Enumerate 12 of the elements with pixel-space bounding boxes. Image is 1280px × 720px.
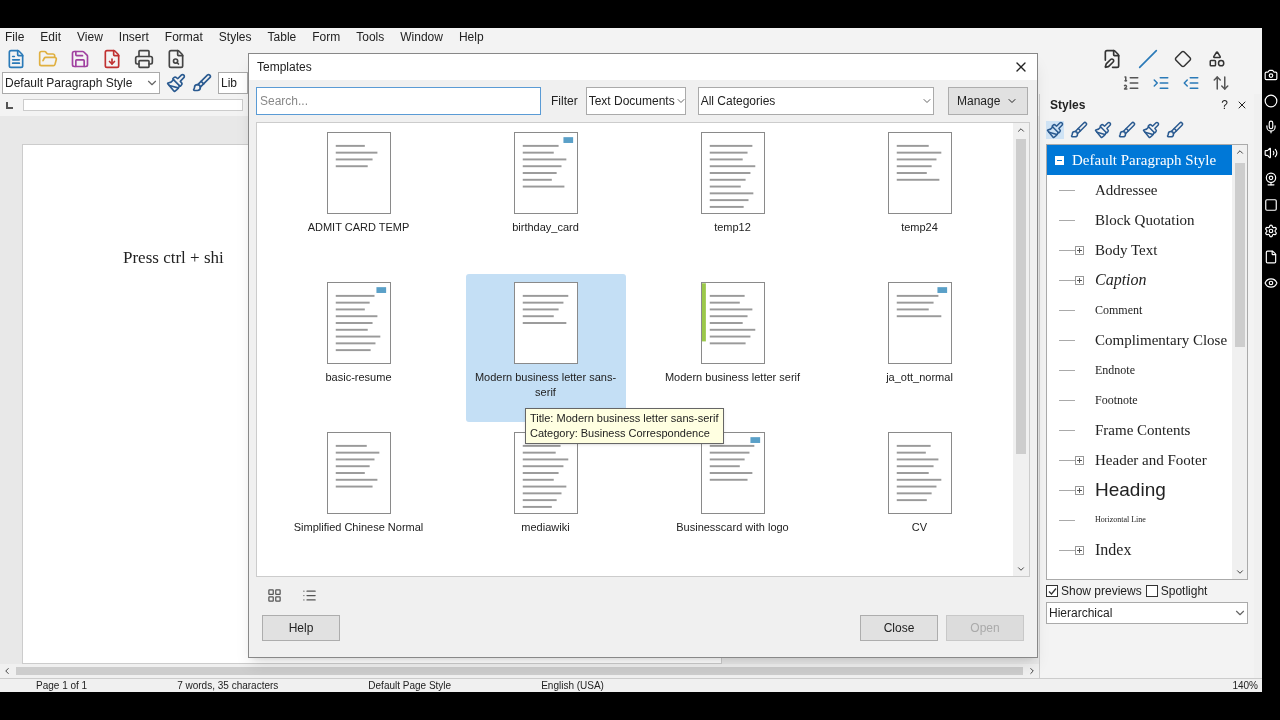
panel-title: Styles [1050, 97, 1086, 114]
status-text: Default Page Style [368, 679, 452, 693]
dialog-title: Templates [257, 59, 312, 76]
tooltip-text: Category: Business Correspondence [530, 426, 711, 441]
checkbox-label: Show previews [1061, 583, 1142, 600]
checkbox-label: Spotlight [1160, 583, 1208, 600]
status-text: Page 1 of 1 [36, 679, 88, 693]
status-text: English (USA) [541, 679, 604, 693]
filter-label: Filter [551, 93, 578, 110]
status-text: 140% [1232, 679, 1259, 693]
status-text: 7 words, 35 characters [177, 679, 279, 693]
document-text: Press ctrl + shi [123, 248, 224, 267]
